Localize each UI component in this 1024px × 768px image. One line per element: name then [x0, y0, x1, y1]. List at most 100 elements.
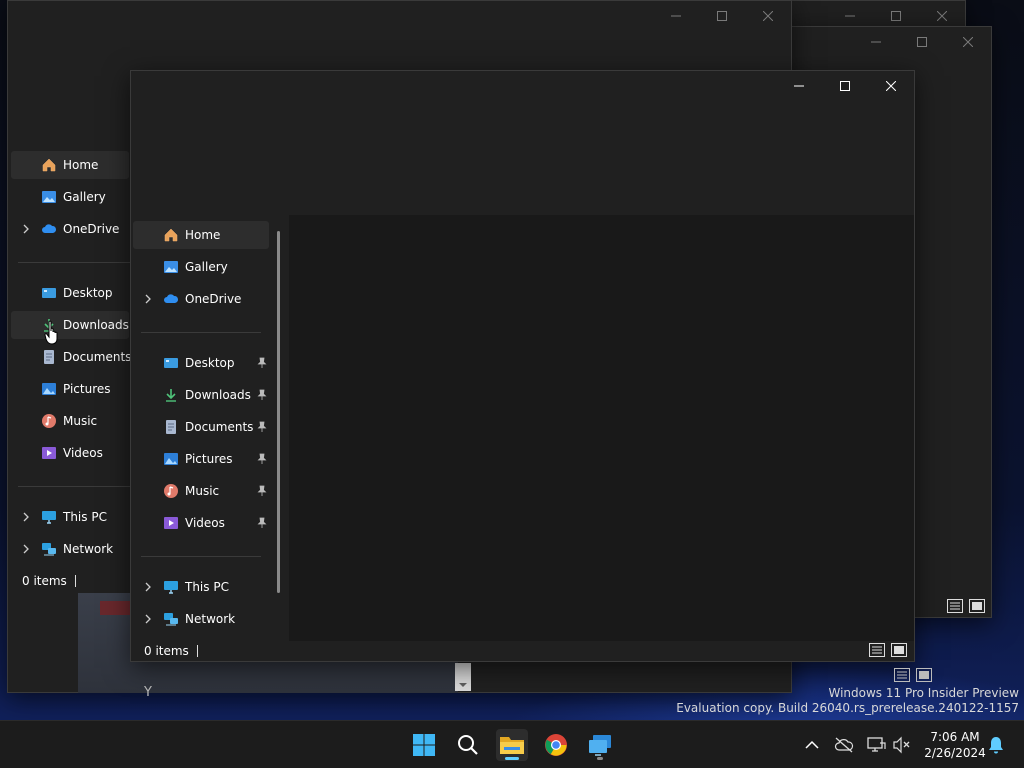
- cloud-icon: [163, 291, 179, 307]
- music-icon: [163, 483, 179, 499]
- file-explorer-taskbar-button[interactable]: [496, 729, 528, 761]
- start-button[interactable]: [408, 729, 440, 761]
- large-icons-view-icon[interactable]: [969, 599, 985, 613]
- minimize-button[interactable]: [776, 71, 822, 101]
- show-hidden-icons-button[interactable]: [802, 735, 822, 755]
- large-icons-view-icon[interactable]: [891, 643, 907, 657]
- download-arrow-icon: [163, 387, 179, 403]
- nav-item-music[interactable]: Music: [11, 407, 129, 435]
- chevron-right-icon[interactable]: [143, 582, 153, 592]
- nav-item-videos[interactable]: Videos: [133, 509, 269, 537]
- nav-item-network[interactable]: Network: [133, 605, 269, 633]
- close-button[interactable]: [945, 27, 991, 57]
- pin-icon[interactable]: [257, 421, 267, 433]
- nav-item-desktop[interactable]: Desktop: [11, 279, 129, 307]
- nav-item-home[interactable]: Home: [133, 221, 269, 249]
- search-button[interactable]: [452, 729, 484, 761]
- onedrive-tray-button[interactable]: [834, 735, 854, 755]
- nav-item-downloads[interactable]: Downloads: [11, 311, 129, 339]
- nav-label: OneDrive: [63, 222, 120, 236]
- nav-label: Network: [63, 542, 114, 556]
- nav-item-documents[interactable]: Documents: [11, 343, 131, 371]
- nav-item-gallery[interactable]: Gallery: [133, 253, 269, 281]
- nav-label: Pictures: [63, 382, 111, 396]
- taskbar-clock[interactable]: 7:06 AM 2/26/2024: [918, 729, 992, 761]
- nav-item-onedrive[interactable]: OneDrive: [11, 215, 129, 243]
- background-red-text: [100, 601, 130, 615]
- maximize-button[interactable]: [822, 71, 868, 101]
- maximize-button[interactable]: [699, 1, 745, 31]
- minimize-button[interactable]: [853, 27, 899, 57]
- chrome-icon: [545, 734, 567, 756]
- details-view-icon[interactable]: [869, 643, 885, 657]
- close-button[interactable]: [868, 71, 914, 101]
- nav-item-music[interactable]: Music: [133, 477, 269, 505]
- volume-tray-button[interactable]: [892, 735, 912, 755]
- nav-label: Desktop: [185, 356, 235, 370]
- maximize-button[interactable]: [899, 27, 945, 57]
- picture-icon: [41, 381, 57, 397]
- taskbar: 7:06 AM 2/26/2024: [0, 720, 1024, 768]
- chevron-right-icon[interactable]: [21, 512, 31, 522]
- picture-icon: [163, 451, 179, 467]
- video-icon: [41, 445, 57, 461]
- nav-item-network[interactable]: Network: [11, 535, 129, 563]
- remote-desktop-taskbar-button[interactable]: [584, 729, 616, 761]
- chevron-right-icon[interactable]: [143, 614, 153, 624]
- view-toggle: [947, 599, 985, 613]
- folder-icon: [500, 737, 524, 754]
- nav-item-downloads[interactable]: Downloads: [133, 381, 269, 409]
- large-icons-view-icon[interactable]: [916, 668, 932, 682]
- nav-item-videos[interactable]: Videos: [11, 439, 129, 467]
- scroll-down-arrow[interactable]: [455, 663, 471, 691]
- pin-icon[interactable]: [257, 453, 267, 465]
- nav-separator: [141, 332, 261, 333]
- nav-pane-scrollbar[interactable]: [277, 231, 280, 593]
- gallery-icon: [41, 189, 57, 205]
- nav-label: Music: [63, 414, 98, 428]
- nav-item-pictures[interactable]: Pictures: [133, 445, 269, 473]
- chrome-taskbar-button[interactable]: [540, 729, 572, 761]
- gallery-icon: [163, 259, 179, 275]
- pin-icon[interactable]: [257, 389, 267, 401]
- window-caption-buttons: [653, 1, 791, 31]
- nav-label: Network: [185, 612, 236, 626]
- nav-label: Home: [185, 228, 221, 242]
- nav-item-documents[interactable]: Documents: [133, 413, 269, 441]
- nav-item-pictures[interactable]: Pictures: [11, 375, 129, 403]
- chevron-right-icon[interactable]: [21, 544, 31, 554]
- chevron-right-icon[interactable]: [21, 224, 31, 234]
- nav-label: This PC: [63, 510, 107, 524]
- details-view-icon[interactable]: [894, 668, 910, 682]
- view-toggle-back: [894, 668, 932, 682]
- remote-desktop-icon: [589, 735, 611, 756]
- toolbar-area: [131, 101, 914, 215]
- view-toggle: [869, 643, 907, 657]
- nav-label: Pictures: [185, 452, 233, 466]
- nav-item-this-pc[interactable]: This PC: [11, 503, 129, 531]
- pin-icon[interactable]: [257, 485, 267, 497]
- pin-icon[interactable]: [257, 357, 267, 369]
- nav-item-this-pc[interactable]: This PC: [133, 573, 269, 601]
- close-button[interactable]: [745, 1, 791, 31]
- nav-item-desktop[interactable]: Desktop: [133, 349, 269, 377]
- details-view-icon[interactable]: [947, 599, 963, 613]
- network-status-icon: [867, 737, 886, 752]
- nav-label: Downloads: [185, 388, 251, 402]
- nav-item-home[interactable]: Home: [11, 151, 129, 179]
- evaluation-watermark: Windows 11 Pro Insider Preview Evaluatio…: [676, 686, 1019, 716]
- nav-label: Downloads: [63, 318, 129, 332]
- network-tray-button[interactable]: [866, 735, 886, 755]
- pin-icon[interactable]: [257, 517, 267, 529]
- nav-item-gallery[interactable]: Gallery: [11, 183, 129, 211]
- volume-muted-icon: [893, 736, 910, 754]
- chevron-right-icon[interactable]: [143, 294, 153, 304]
- video-icon: [163, 515, 179, 531]
- minimize-button[interactable]: [653, 1, 699, 31]
- explorer-window-front[interactable]: Home Gallery OneDrive Desktop Downloads …: [130, 70, 915, 662]
- notifications-button[interactable]: [986, 735, 1006, 755]
- nav-item-onedrive[interactable]: OneDrive: [133, 285, 269, 313]
- clock-date: 2/26/2024: [924, 746, 986, 760]
- window-caption-buttons: [776, 71, 914, 101]
- watermark-line-2: Evaluation copy. Build 26040.rs_prerelea…: [676, 701, 1019, 715]
